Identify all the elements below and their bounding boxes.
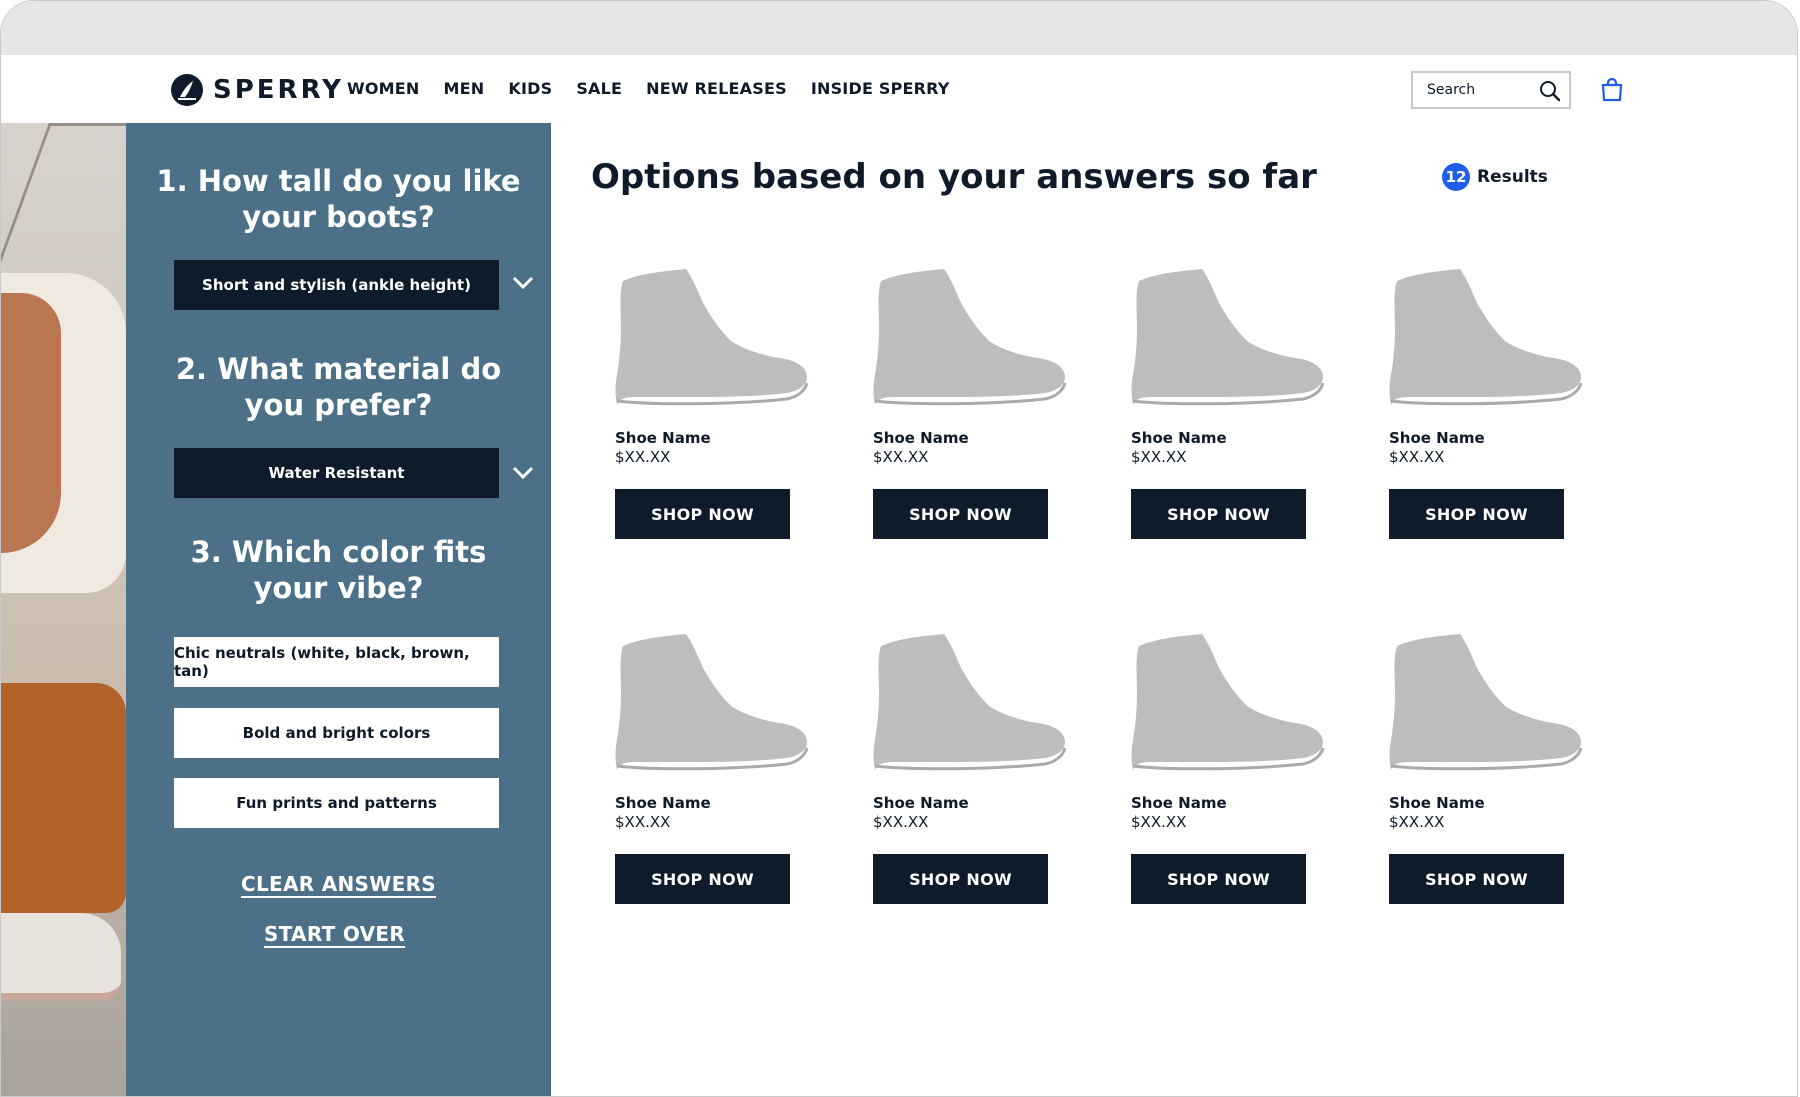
boot-image[interactable]: [1385, 628, 1585, 782]
shop-now-button[interactable]: SHOP NOW: [615, 489, 790, 539]
question-2-title-line-1: 2. What material do: [175, 352, 502, 386]
question-2-selected-value: Water Resistant: [268, 464, 405, 482]
sail-logo-icon: [171, 74, 203, 106]
start-over-link[interactable]: START OVER: [122, 922, 547, 946]
product-card: Shoe Name $XX.XX SHOP NOW: [869, 628, 1069, 928]
boot-image[interactable]: [1385, 263, 1585, 417]
color-option-bold-button[interactable]: Bold and bright colors: [174, 708, 499, 758]
color-option-neutrals-button[interactable]: Chic neutrals (white, black, brown, tan): [174, 637, 499, 687]
boot-image[interactable]: [869, 628, 1069, 782]
question-1-title: 1. How tall do you like your boots?: [126, 163, 551, 235]
product-card: Shoe Name $XX.XX SHOP NOW: [1127, 628, 1327, 928]
photo-pants-shape: [1, 683, 126, 913]
quiz-panel: 1. How tall do you like your boots? Shor…: [126, 123, 551, 1096]
main-nav: WOMEN MEN KIDS SALE NEW RELEASES INSIDE …: [347, 79, 974, 98]
product-price: $XX.XX: [1389, 448, 1445, 466]
search-input[interactable]: [1425, 81, 1544, 99]
browser-frame: SPERRY WOMEN MEN KIDS SALE NEW RELEASES …: [0, 0, 1798, 1097]
photo-shoe-shape: [1, 913, 121, 1001]
browser-chrome-bar: [1, 1, 1797, 55]
shop-now-button[interactable]: SHOP NOW: [1131, 489, 1306, 539]
clear-answers-link[interactable]: CLEAR ANSWERS: [126, 872, 551, 896]
nav-item-sale[interactable]: SALE: [576, 79, 622, 98]
option-label: Fun prints and patterns: [236, 794, 437, 812]
question-1-dropdown[interactable]: Short and stylish (ankle height): [174, 260, 499, 310]
product-name[interactable]: Shoe Name: [873, 794, 969, 812]
question-1-title-line-2: your boots?: [242, 200, 435, 234]
nav-item-inside-sperry[interactable]: INSIDE SPERRY: [811, 79, 950, 98]
results-area: Options based on your answers so far 12 …: [551, 123, 1797, 1096]
sperry-logo[interactable]: SPERRY: [171, 73, 344, 107]
product-price: $XX.XX: [873, 448, 929, 466]
logo-text: SPERRY: [213, 75, 344, 105]
boot-image[interactable]: [611, 263, 811, 417]
nav-item-men[interactable]: MEN: [444, 79, 485, 98]
product-price: $XX.XX: [615, 448, 671, 466]
shopping-bag-icon[interactable]: [1599, 77, 1625, 107]
results-count-badge: 12: [1442, 163, 1470, 191]
question-2-dropdown[interactable]: Water Resistant: [174, 448, 499, 498]
option-label: Bold and bright colors: [242, 724, 431, 742]
question-2-title-line-2: you prefer?: [244, 388, 433, 422]
chevron-down-icon[interactable]: [511, 465, 535, 485]
results-count: 12 Results: [1442, 163, 1548, 191]
nav-item-kids[interactable]: KIDS: [508, 79, 552, 98]
nav-item-women[interactable]: WOMEN: [347, 79, 420, 98]
site-header: SPERRY WOMEN MEN KIDS SALE NEW RELEASES …: [1, 55, 1797, 123]
product-card: Shoe Name $XX.XX SHOP NOW: [611, 263, 811, 563]
shop-now-button[interactable]: SHOP NOW: [615, 854, 790, 904]
photo-hair-shape: [1, 293, 61, 553]
nav-item-new-releases[interactable]: NEW RELEASES: [646, 79, 787, 98]
boot-image[interactable]: [1127, 263, 1327, 417]
product-card: Shoe Name $XX.XX SHOP NOW: [1127, 263, 1327, 563]
product-card: Shoe Name $XX.XX SHOP NOW: [1385, 263, 1585, 563]
product-card: Shoe Name $XX.XX SHOP NOW: [1385, 628, 1585, 928]
question-1-selected-value: Short and stylish (ankle height): [202, 276, 471, 294]
shop-now-button[interactable]: SHOP NOW: [1389, 489, 1564, 539]
question-3-title-line-2: your vibe?: [253, 571, 424, 605]
search-box: [1411, 71, 1571, 109]
product-name[interactable]: Shoe Name: [1131, 794, 1227, 812]
question-3-title: 3. Which color fits your vibe?: [126, 534, 551, 606]
lifestyle-photo: [1, 123, 126, 1096]
search-icon[interactable]: [1539, 80, 1561, 106]
product-card: Shoe Name $XX.XX SHOP NOW: [869, 263, 1069, 563]
results-count-label: Results: [1477, 167, 1548, 187]
product-name[interactable]: Shoe Name: [873, 429, 969, 447]
question-3-title-line-1: 3. Which color fits: [190, 535, 487, 569]
shop-now-button[interactable]: SHOP NOW: [1131, 854, 1306, 904]
photo-branch-shape: [1, 123, 126, 276]
product-price: $XX.XX: [873, 813, 929, 831]
boot-image[interactable]: [611, 628, 811, 782]
product-price: $XX.XX: [1131, 448, 1187, 466]
boot-image[interactable]: [1127, 628, 1327, 782]
color-option-prints-button[interactable]: Fun prints and patterns: [174, 778, 499, 828]
product-price: $XX.XX: [615, 813, 671, 831]
chevron-down-icon[interactable]: [511, 275, 535, 295]
product-name[interactable]: Shoe Name: [1389, 429, 1485, 447]
product-price: $XX.XX: [1389, 813, 1445, 831]
question-2-title: 2. What material do you prefer?: [126, 351, 551, 423]
product-name[interactable]: Shoe Name: [615, 429, 711, 447]
shop-now-button[interactable]: SHOP NOW: [873, 854, 1048, 904]
shop-now-button[interactable]: SHOP NOW: [873, 489, 1048, 539]
product-card: Shoe Name $XX.XX SHOP NOW: [611, 628, 811, 928]
question-1-title-line-1: 1. How tall do you like: [156, 164, 521, 198]
product-name[interactable]: Shoe Name: [1389, 794, 1485, 812]
product-price: $XX.XX: [1131, 813, 1187, 831]
product-name[interactable]: Shoe Name: [615, 794, 711, 812]
results-title: Options based on your answers so far: [591, 157, 1317, 197]
shop-now-button[interactable]: SHOP NOW: [1389, 854, 1564, 904]
option-label: Chic neutrals (white, black, brown, tan): [174, 644, 470, 680]
product-name[interactable]: Shoe Name: [1131, 429, 1227, 447]
boot-image[interactable]: [869, 263, 1069, 417]
